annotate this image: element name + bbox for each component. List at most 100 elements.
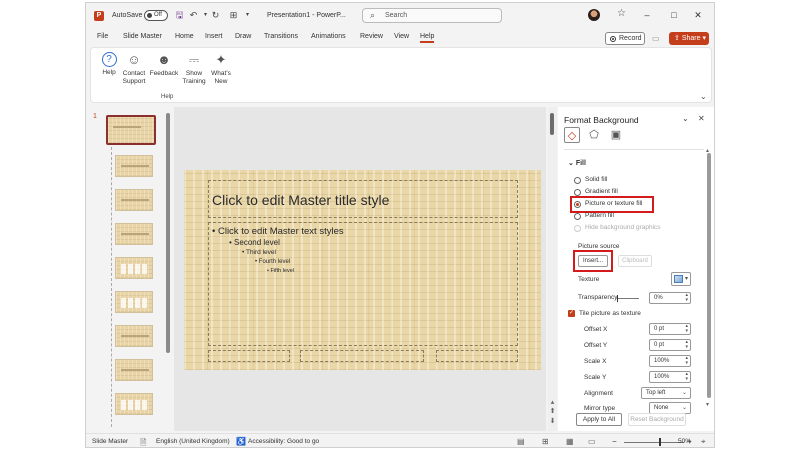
transparency-input[interactable]: 0% ▴ ▾ — [649, 292, 691, 304]
slide-master[interactable]: Click to edit Master title style • Click… — [184, 170, 541, 370]
zoom-percent[interactable]: 50% — [678, 438, 691, 445]
accessibility-status[interactable]: Accessibility: Good to go — [248, 438, 319, 445]
search-box[interactable]: ⌕ Search — [362, 8, 502, 23]
spinner-arrows: ▴ ▾ — [685, 339, 688, 350]
alignment-dropdown[interactable]: Top left ⌄ — [641, 387, 691, 399]
tab-transitions[interactable]: Transitions — [264, 33, 298, 40]
collapse-ribbon-icon[interactable]: ⌄ — [700, 92, 707, 101]
pattern-fill-radio[interactable] — [574, 213, 581, 220]
clipboard-button[interactable]: Clipboard — [618, 255, 652, 267]
spinner-arrows: ▴ ▾ — [685, 292, 688, 303]
thumb-title-bar — [121, 199, 149, 201]
record-button[interactable]: Record — [605, 32, 645, 45]
language-status[interactable]: English (United Kingdom) — [156, 438, 230, 445]
customize-toolbar-icon[interactable]: ▾ — [242, 10, 253, 21]
maximize-icon[interactable]: □ — [667, 8, 681, 22]
tab-home[interactable]: Home — [175, 33, 194, 40]
picture-category-icon[interactable]: ▣ — [608, 127, 624, 143]
layout-thumbnail[interactable] — [115, 189, 153, 211]
canvas-scrollbar-track[interactable] — [548, 107, 557, 431]
scale-x-value: 100% — [654, 358, 670, 364]
solid-fill-radio[interactable] — [574, 177, 581, 184]
layout-thumbnail[interactable] — [115, 223, 153, 245]
reset-background-button[interactable]: Reset Background — [628, 413, 686, 426]
slide-sorter-icon[interactable]: ⊞ — [542, 437, 549, 446]
tab-animations[interactable]: Animations — [311, 33, 346, 40]
canvas-scrollbar-thumb[interactable] — [550, 113, 554, 135]
thumbnail-pane: 1 — [86, 107, 174, 431]
tab-file[interactable]: File — [97, 33, 108, 40]
texture-picker[interactable]: ▾ — [671, 272, 691, 286]
effects-category-icon[interactable]: ⬠ — [586, 127, 602, 143]
whats-new-button[interactable]: ✦ What's New — [205, 52, 237, 86]
date-placeholder[interactable] — [208, 350, 290, 362]
footer-placeholder[interactable] — [300, 350, 424, 362]
tab-help[interactable]: Help — [420, 33, 435, 43]
master-thumbnail[interactable] — [106, 115, 156, 145]
pane-options-icon[interactable]: ⌄ — [682, 114, 689, 123]
lightbulb-icon[interactable]: ☆ — [617, 8, 626, 19]
offset-y-input[interactable]: 0 pt ▴ ▾ — [649, 339, 691, 351]
fill-category-icon[interactable]: ◇ — [564, 127, 580, 143]
spinner-arrows: ▴ ▾ — [685, 323, 688, 334]
pane-scroll-down-icon[interactable]: ▾ — [706, 401, 709, 408]
tab-view[interactable]: View — [394, 33, 409, 40]
feedback-button[interactable]: ☻ Feedback — [148, 52, 180, 78]
layout-thumbnail[interactable] — [115, 359, 153, 381]
slideshow-icon[interactable]: ▭ — [588, 437, 596, 446]
scroll-up-icon[interactable]: ▴ — [548, 398, 557, 406]
layout-thumbnail[interactable] — [115, 325, 153, 347]
offset-x-input[interactable]: 0 pt ▴ ▾ — [649, 323, 691, 335]
tab-review[interactable]: Review — [360, 33, 383, 40]
reading-view-icon[interactable]: ▦ — [566, 437, 574, 446]
zoom-slider[interactable] — [624, 442, 684, 443]
pane-scrollbar[interactable] — [707, 153, 711, 398]
title-bar: P AutoSave Off 🖫 ↶ ▾ ↻ ⊞ ▾ Presentation1… — [86, 3, 714, 29]
title-placeholder[interactable]: Click to edit Master title style — [208, 180, 518, 218]
page-up-icon[interactable]: ⬆ — [548, 407, 557, 415]
normal-view-icon[interactable]: ▤ — [517, 437, 525, 446]
zoom-out-icon[interactable]: − — [612, 437, 617, 446]
share-button[interactable]: ⇪ Share ▾ — [669, 32, 709, 45]
spelling-icon[interactable]: 🗎 — [140, 437, 146, 447]
layout-thumbnail[interactable] — [115, 291, 153, 313]
apply-to-all-button[interactable]: Apply to All — [576, 413, 622, 426]
layout-thumbnail[interactable] — [115, 257, 153, 279]
accessibility-icon[interactable]: ♿ — [236, 437, 246, 446]
fill-section-header[interactable]: ⌄ Fill — [568, 159, 586, 167]
hide-graphics-checkbox[interactable] — [574, 225, 581, 232]
fit-slide-icon[interactable]: ⌖ — [701, 437, 706, 447]
save-icon[interactable]: 🖫 — [174, 10, 185, 21]
slide-number-placeholder[interactable] — [436, 350, 518, 362]
undo-icon[interactable]: ↶ — [188, 10, 199, 21]
spinner-arrows: ▴ ▾ — [685, 371, 688, 382]
layout-thumbnail[interactable] — [115, 155, 153, 177]
powerpoint-window: P AutoSave Off 🖫 ↶ ▾ ↻ ⊞ ▾ Presentation1… — [85, 2, 715, 448]
close-icon[interactable]: ✕ — [691, 8, 705, 22]
page-down-icon[interactable]: ⬇ — [548, 417, 557, 425]
autosave-toggle[interactable]: Off — [144, 10, 168, 21]
tab-insert[interactable]: Insert — [205, 33, 223, 40]
gradient-fill-radio[interactable] — [574, 189, 581, 196]
pane-divider — [564, 149, 704, 150]
minimize-icon[interactable]: – — [640, 8, 654, 22]
transparency-slider[interactable] — [617, 295, 639, 302]
thumbnail-scrollbar[interactable] — [166, 113, 170, 353]
tab-draw[interactable]: Draw — [235, 33, 251, 40]
close-pane-icon[interactable]: ✕ — [698, 114, 705, 123]
layout-thumbnail[interactable] — [115, 393, 153, 415]
contact-support-button[interactable]: ☺ Contact Support — [118, 52, 150, 86]
bullet-level-4: • Fourth level — [255, 259, 291, 265]
user-avatar[interactable] — [588, 9, 600, 21]
bullet-level-2-text: Second level — [234, 238, 280, 247]
redo-icon[interactable]: ↻ — [210, 10, 221, 21]
body-placeholder[interactable]: • Click to edit Master text styles • Sec… — [208, 222, 518, 346]
start-from-beginning-icon[interactable]: ⊞ — [228, 10, 239, 21]
tab-slide-master[interactable]: Slide Master — [123, 33, 162, 40]
tile-texture-checkbox[interactable]: ✓ — [568, 310, 575, 317]
zoom-slider-knob[interactable] — [659, 438, 661, 446]
comments-icon[interactable]: ▭ — [652, 34, 660, 43]
transparency-label: Transparency — [578, 294, 618, 301]
scale-y-input[interactable]: 100% ▴ ▾ — [649, 371, 691, 383]
scale-x-input[interactable]: 100% ▴ ▾ — [649, 355, 691, 367]
